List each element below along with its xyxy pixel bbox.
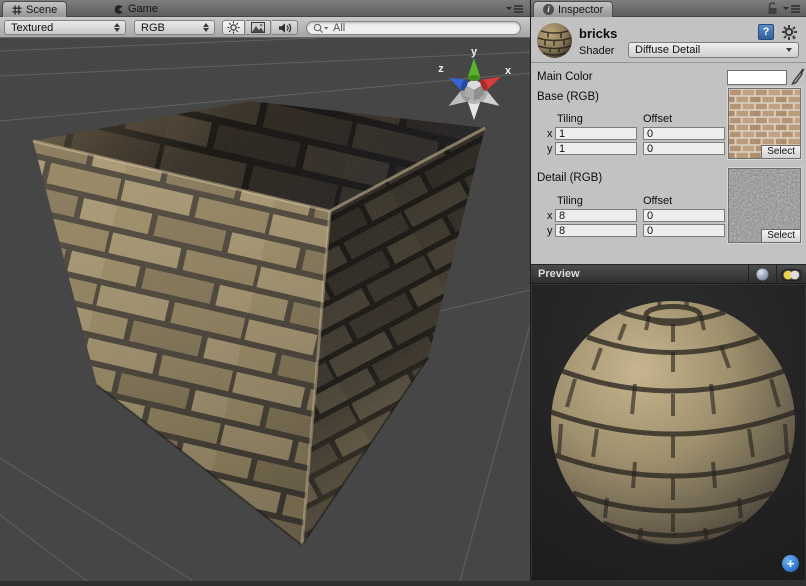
unity-editor-window: { "icons": { "info": "i", "help": "?", "… [0,0,806,581]
game-icon [113,4,124,15]
tab-game-label: Game [128,3,158,15]
detail-section-label: Detail (RGB) [537,172,602,184]
help-icon[interactable]: ? [758,24,774,40]
main-color-label: Main Color [537,71,593,83]
grid-icon [12,5,22,15]
preview-mesh-button[interactable] [748,265,776,284]
inspector-panel-menu-icon[interactable] [783,5,801,13]
audio-icon [278,22,292,34]
eyedropper-icon[interactable] [791,68,806,85]
gizmo-y-axis[interactable] [468,58,481,81]
shader-dropdown[interactable]: Diffuse Detail [628,42,799,58]
main-color-swatch[interactable] [727,70,787,85]
color-mode-dropdown[interactable]: RGB [134,20,215,35]
preview-header[interactable]: Preview [531,264,806,284]
detail-x-label: x [547,210,553,222]
detail-tiling-header: Tiling [557,195,583,207]
detail-texture-thumbnail[interactable]: Select [728,168,801,243]
skybox-toggle[interactable] [246,20,271,35]
shader-label: Shader [579,45,614,57]
base-offset-x-input[interactable] [643,127,725,140]
add-button[interactable]: + [782,555,799,572]
scene-panel: Scene Game Textured RGB [0,0,530,581]
sun-icon [227,21,240,34]
base-tiling-y-input[interactable] [555,142,637,155]
material-name: bricks [579,26,617,41]
material-header: bricks Shader Diffuse Detail ? [531,17,806,63]
detail-offset-header: Offset [643,195,672,207]
scene-panel-menu-icon[interactable] [506,5,524,13]
updown-arrows-icon [203,23,210,33]
detail-select-button[interactable]: Select [761,229,800,242]
detail-tiling-x-input[interactable] [555,209,637,222]
detail-y-label: y [547,225,553,237]
scene-tabbar: Scene Game [0,0,530,17]
info-icon: i [543,4,554,15]
base-y-label: y [547,143,553,155]
base-tiling-header: Tiling [557,113,583,125]
inspector-panel: i Inspector bricks Shader [530,0,806,581]
image-icon [251,22,265,33]
detail-tiling-y-input[interactable] [555,224,637,237]
scene-toolbar: Textured RGB [0,17,530,38]
tab-scene-label: Scene [26,4,57,16]
scene-orientation-gizmo[interactable]: y x z [432,44,516,128]
material-preview-thumbnail[interactable] [536,22,573,59]
tab-game[interactable]: Game [104,1,167,17]
base-section-label: Base (RGB) [537,91,599,103]
preview-sphere-render [531,284,806,581]
scene-viewport[interactable]: y x z [0,38,530,581]
updown-arrows-icon [114,23,121,33]
tab-inspector-label: Inspector [558,4,603,16]
render-mode-dropdown[interactable]: Textured [4,20,126,35]
shader-value: Diffuse Detail [635,44,786,56]
preview-viewport[interactable]: + [531,284,806,581]
search-icon [313,23,329,34]
search-input[interactable] [333,22,493,34]
base-offset-header: Offset [643,113,672,125]
audio-toggle[interactable] [272,20,298,35]
scene-search-field[interactable] [306,21,521,35]
base-select-button[interactable]: Select [761,145,800,158]
gizmo-x-label: x [505,65,512,77]
gizmo-y-label: y [471,46,478,58]
preview-title: Preview [538,268,580,280]
base-texture-thumbnail[interactable]: Select [728,88,801,159]
tab-scene[interactable]: Scene [2,1,67,17]
base-tiling-x-input[interactable] [555,127,637,140]
detail-offset-y-input[interactable] [643,224,725,237]
gizmo-z-label: z [438,63,444,75]
tab-inspector[interactable]: i Inspector [533,1,613,17]
lighting-toggle[interactable] [222,20,245,35]
inspector-tabbar: i Inspector [531,0,806,17]
gear-icon[interactable] [781,24,798,41]
color-mode-value: RGB [141,22,203,34]
render-mode-value: Textured [11,22,114,34]
base-offset-y-input[interactable] [643,142,725,155]
preview-lighting-button[interactable] [776,265,806,284]
sphere-icon [756,268,769,281]
detail-offset-x-input[interactable] [643,209,725,222]
lock-icon[interactable] [767,2,778,15]
light-toggle-icon [781,269,802,281]
chevron-down-icon [786,48,792,52]
base-x-label: x [547,128,553,140]
